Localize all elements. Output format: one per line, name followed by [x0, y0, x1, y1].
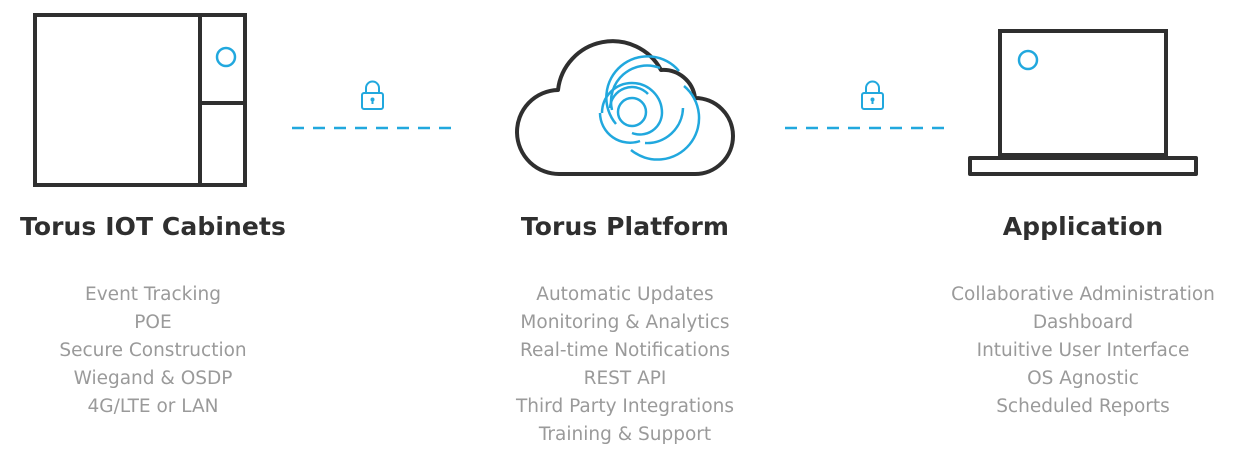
component-title: Torus IOT Cabinets	[20, 212, 286, 241]
feature-item: REST API	[583, 368, 667, 389]
feature-item: OS Agnostic	[1027, 368, 1139, 389]
architecture-graphic	[33, 13, 1198, 187]
laptop-icon	[968, 29, 1198, 176]
feature-item: Real-time Notifications	[519, 340, 731, 361]
feature-item: Third Party Integrations	[516, 396, 734, 417]
feature-item: Automatic Updates	[536, 284, 714, 305]
feature-list: Collaborative Administration Dashboard I…	[913, 281, 1253, 421]
lock-icon	[861, 80, 884, 110]
component-cabinets: Torus IOT Cabinets Event Tracking POE Se…	[0, 205, 306, 421]
feature-item: 4G/LTE or LAN	[87, 396, 219, 417]
feature-item: Training & Support	[538, 424, 712, 445]
cloud-icon	[515, 39, 735, 177]
feature-item: Intuitive User Interface	[976, 340, 1190, 361]
feature-item: Collaborative Administration	[951, 284, 1215, 305]
feature-item: Secure Construction	[59, 340, 247, 361]
feature-item: Event Tracking	[85, 284, 221, 305]
feature-list: Automatic Updates Monitoring & Analytics…	[470, 281, 780, 449]
torus-logo-icon	[598, 55, 701, 161]
feature-item: Wiegand & OSDP	[73, 368, 233, 389]
cabinet-icon	[33, 13, 247, 187]
component-title: Application	[1002, 212, 1164, 241]
component-platform: Torus Platform Automatic Updates Monitor…	[470, 205, 780, 449]
feature-list: Event Tracking POE Secure Construction W…	[0, 281, 306, 421]
feature-item: Scheduled Reports	[996, 396, 1170, 417]
feature-item: Dashboard	[1032, 312, 1134, 333]
feature-item: POE	[134, 312, 172, 333]
component-title: Torus Platform	[520, 212, 730, 241]
feature-item: Monitoring & Analytics	[520, 312, 730, 333]
lock-icon	[361, 80, 384, 110]
component-application: Application Collaborative Administration…	[913, 205, 1253, 421]
